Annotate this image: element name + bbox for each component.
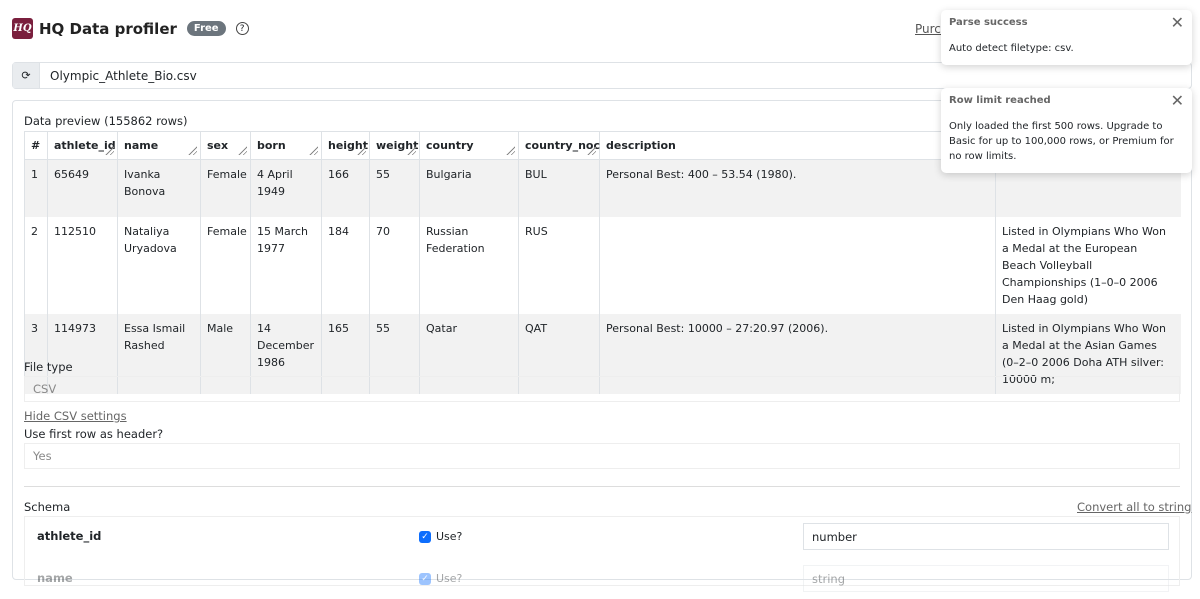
table-row: 2112510Nataliya UryadovaFemale15 March 1… [25,217,1181,314]
schema-list: athlete_id ✓Use? number name ✓Use? strin… [24,516,1180,586]
table-cell [600,217,996,314]
column-name: name [37,571,73,585]
table-cell: 55 [370,160,420,217]
type-select[interactable]: number [803,523,1169,550]
plan-badge: Free [187,21,226,36]
file-type-label: File type [24,360,73,374]
app-header: HQ HQ Data profiler Free ? [12,18,249,39]
app-title: HQ Data profiler [39,20,177,38]
table-cell: 1 [25,160,48,217]
checkmark-icon[interactable]: ✓ [419,531,431,543]
schema-row: athlete_id ✓ Use? number [25,517,1179,557]
toast-row-limit: Row limit reached ✕ Only loaded the first… [941,88,1192,173]
data-preview-label: Data preview (155862 rows) [24,114,188,128]
column-header[interactable]: weight [370,132,420,160]
use-checkbox[interactable]: ✓ Use? [419,572,462,585]
convert-all-to-string-link[interactable]: Convert all to string [1077,500,1191,514]
column-header[interactable]: country_noc [519,132,600,160]
use-label: Use? [436,530,462,543]
table-cell: 70 [370,217,420,314]
table-cell: 15 March 1977 [251,217,322,314]
table-cell: Russian Federation [420,217,519,314]
table-cell: 2 [25,217,48,314]
close-icon[interactable]: ✕ [1171,13,1184,32]
column-header[interactable]: country [420,132,519,160]
hide-csv-settings-link[interactable]: Hide CSV settings [24,409,127,423]
column-header[interactable]: description [600,132,996,160]
header-row-label: Use first row as header? [24,427,163,441]
close-icon[interactable]: ✕ [1171,91,1184,110]
table-cell: Listed in Olympians Who Won a Medal at t… [996,217,1181,314]
table-cell: 65649 [48,160,118,217]
toast-body: Only loaded the first 500 rows. Upgrade … [941,113,1192,173]
table-cell: 184 [322,217,370,314]
table-cell: BUL [519,160,600,217]
table-cell: RUS [519,217,600,314]
toast-parse-success: Parse success ✕ Auto detect filetype: csv… [941,10,1192,65]
table-cell: Personal Best: 400 – 53.54 (1980). [600,160,996,217]
column-header[interactable]: name [118,132,201,160]
file-type-select[interactable]: CSV [24,376,1180,402]
use-checkbox[interactable]: ✓ Use? [419,530,462,543]
reload-icon[interactable]: ⟳ [13,63,40,88]
checkmark-icon[interactable]: ✓ [419,573,431,585]
help-icon[interactable]: ? [236,22,249,35]
column-name: athlete_id [37,529,101,543]
table-cell: Female [201,217,251,314]
use-label: Use? [436,572,462,585]
schema-row: name ✓ Use? string [25,559,1179,599]
toast-title: Row limit reached [949,95,1051,106]
column-header[interactable]: sex [201,132,251,160]
divider [24,486,1180,487]
table-cell: Bulgaria [420,160,519,217]
column-header[interactable]: # [25,132,48,160]
column-header[interactable]: born [251,132,322,160]
type-select[interactable]: string [803,565,1169,592]
table-cell: Female [201,160,251,217]
column-header[interactable]: height [322,132,370,160]
table-cell: 112510 [48,217,118,314]
toast-title: Parse success [949,17,1028,28]
table-cell: 4 April 1949 [251,160,322,217]
column-header[interactable]: athlete_id [48,132,118,160]
file-name[interactable]: Olympic_Athlete_Bio.csv [40,63,207,88]
file-input[interactable]: ⟳ Olympic_Athlete_Bio.csv [12,62,1192,89]
table-cell: 166 [322,160,370,217]
toast-body: Auto detect filetype: csv. [941,35,1192,65]
header-row-select[interactable]: Yes [24,443,1180,469]
schema-label: Schema [24,500,70,514]
table-cell: Nataliya Uryadova [118,217,201,314]
app-logo: HQ [12,18,33,39]
table-cell: Ivanka Bonova [118,160,201,217]
